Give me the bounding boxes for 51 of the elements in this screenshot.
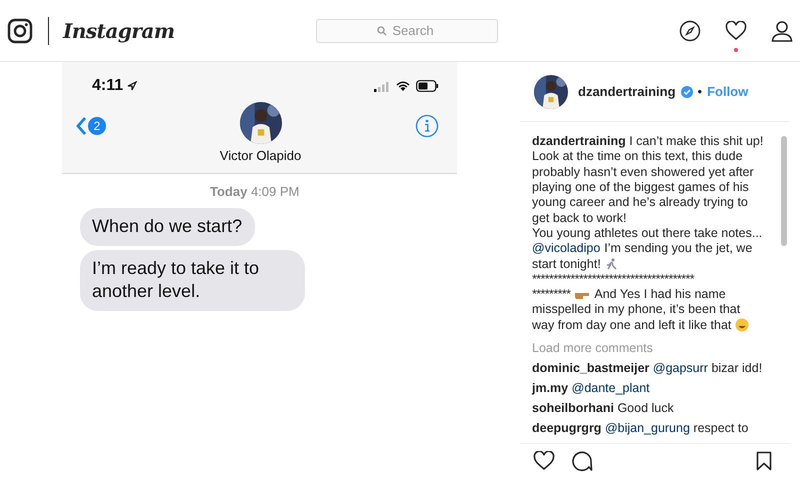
message-bubble: I’m ready to take it to another level. [80, 250, 305, 311]
search-field[interactable]: Search [316, 18, 498, 42]
separator-dot: • [698, 84, 702, 99]
mention-link[interactable]: @gapsurr [652, 360, 708, 375]
scrollbar[interactable] [781, 136, 787, 246]
user-icon[interactable] [770, 18, 794, 42]
message-timestamp: Today 4:09 PM [210, 184, 300, 199]
signal-icon [374, 80, 390, 92]
battery-icon [416, 80, 439, 92]
comment-author[interactable]: dominic_bastmeijer [532, 360, 650, 375]
caption-text: get back to work! [532, 210, 626, 226]
author-username[interactable]: dzandertraining [578, 84, 676, 99]
caption-text: And Yes I had his name [594, 287, 726, 302]
caption-text: misspelled in my phone, it’s been that [532, 302, 740, 318]
caption-text: Look at the time on this text, this dude [532, 149, 743, 164]
search-icon [377, 26, 387, 36]
mention-link[interactable]: @vicoladipo [532, 241, 600, 256]
comment-author[interactable]: deepugrgrg [532, 420, 602, 435]
laughing-face-icon [735, 318, 750, 332]
message-bubble: When do we start? [80, 208, 256, 246]
comment-text: Good luck [617, 400, 674, 415]
back-button[interactable]: 2 [75, 116, 106, 136]
unread-badge: 2 [88, 117, 106, 135]
caption-text: young career and he’s already trying to [532, 195, 748, 210]
comment-author[interactable]: soheilborhani [532, 400, 614, 415]
heart-icon[interactable] [532, 449, 556, 473]
comment-text: bizar idd! [711, 360, 762, 375]
caption-text: playing one of the biggest games of his [532, 180, 749, 196]
runner-icon [604, 258, 617, 270]
caption-text: dzandertraining I can’t make this shit up! [532, 134, 764, 150]
info-icon[interactable] [415, 114, 439, 138]
caption-text: probably hasn’t even showered yet after [532, 164, 754, 180]
mention-link[interactable]: @dante_plant [572, 380, 650, 395]
comment-icon[interactable] [570, 449, 594, 473]
wifi-icon [395, 80, 411, 92]
caption-text: I’m sending you the jet, we [604, 241, 752, 256]
comment-author[interactable]: jm.my [532, 380, 568, 395]
wordmark[interactable]: Instagram [63, 18, 174, 42]
caption-text: ************************************** [532, 272, 694, 287]
mention-link[interactable]: @bijan_gurung [604, 420, 690, 435]
status-time: 4:11 [92, 77, 124, 95]
camera-logo-icon [7, 18, 33, 44]
caption-text: ********* [532, 287, 570, 302]
caption-text: start tonight! [532, 256, 601, 272]
location-arrow-icon [127, 81, 138, 91]
caption-text: way from day one and left it like that [532, 318, 732, 333]
caption-text: You young athletes out there take notes... [532, 226, 762, 241]
back-chevron-icon [75, 116, 87, 136]
comment-text: respect to [693, 420, 748, 435]
contact-name: Victor Olapido [220, 148, 302, 163]
compass-icon[interactable] [678, 18, 702, 42]
